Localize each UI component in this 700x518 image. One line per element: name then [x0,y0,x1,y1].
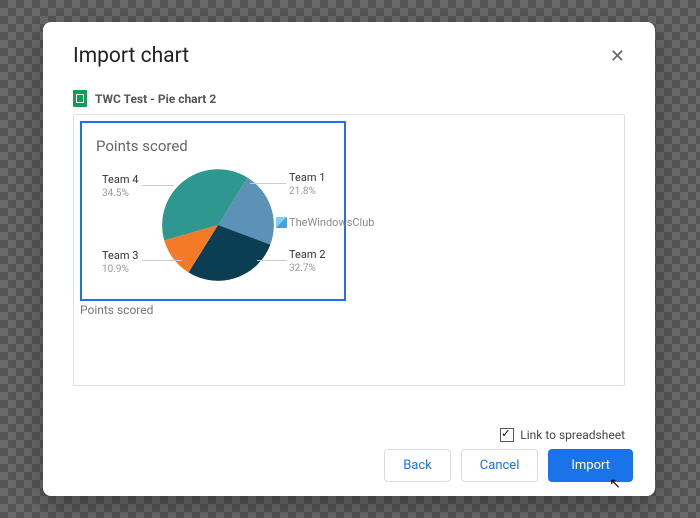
watermark: TheWindowsClub [276,216,374,229]
leader-line [257,260,287,261]
back-button[interactable]: Back [384,449,451,482]
link-to-spreadsheet-row[interactable]: Link to spreadsheet [500,428,625,442]
source-file-row[interactable]: TWC Test - Pie chart 2 [73,90,216,107]
chart-title: Points scored [96,137,188,155]
import-chart-dialog: Import chart ✕ TWC Test - Pie chart 2 Po… [43,22,655,496]
label-team3: Team 310.9% [102,249,138,276]
leader-line [142,260,182,261]
link-checkbox[interactable] [500,428,514,442]
cancel-button[interactable]: Cancel [461,449,539,482]
cursor-icon: ↖ [609,476,621,492]
sheets-icon [73,90,87,107]
leader-line [250,183,286,184]
watermark-icon [276,217,287,228]
pie-chart [162,169,274,281]
link-checkbox-label: Link to spreadsheet [520,428,625,442]
chart-thumbnail[interactable]: Points scored Team 121.8% Team 232.7% [80,121,346,301]
label-team1: Team 121.8% [289,171,325,198]
label-team2: Team 232.7% [289,248,325,275]
dialog-buttons: Back Cancel Import [384,449,633,482]
source-file-name: TWC Test - Pie chart 2 [95,92,216,106]
leader-line [142,185,174,186]
thumbnail-caption: Points scored [80,303,153,317]
label-team4: Team 434.5% [102,173,138,200]
dialog-header: Import chart ✕ [73,44,625,68]
dialog-title: Import chart [73,44,189,68]
close-icon[interactable]: ✕ [610,46,625,67]
chart-preview-panel: Points scored Team 121.8% Team 232.7% [73,114,625,386]
